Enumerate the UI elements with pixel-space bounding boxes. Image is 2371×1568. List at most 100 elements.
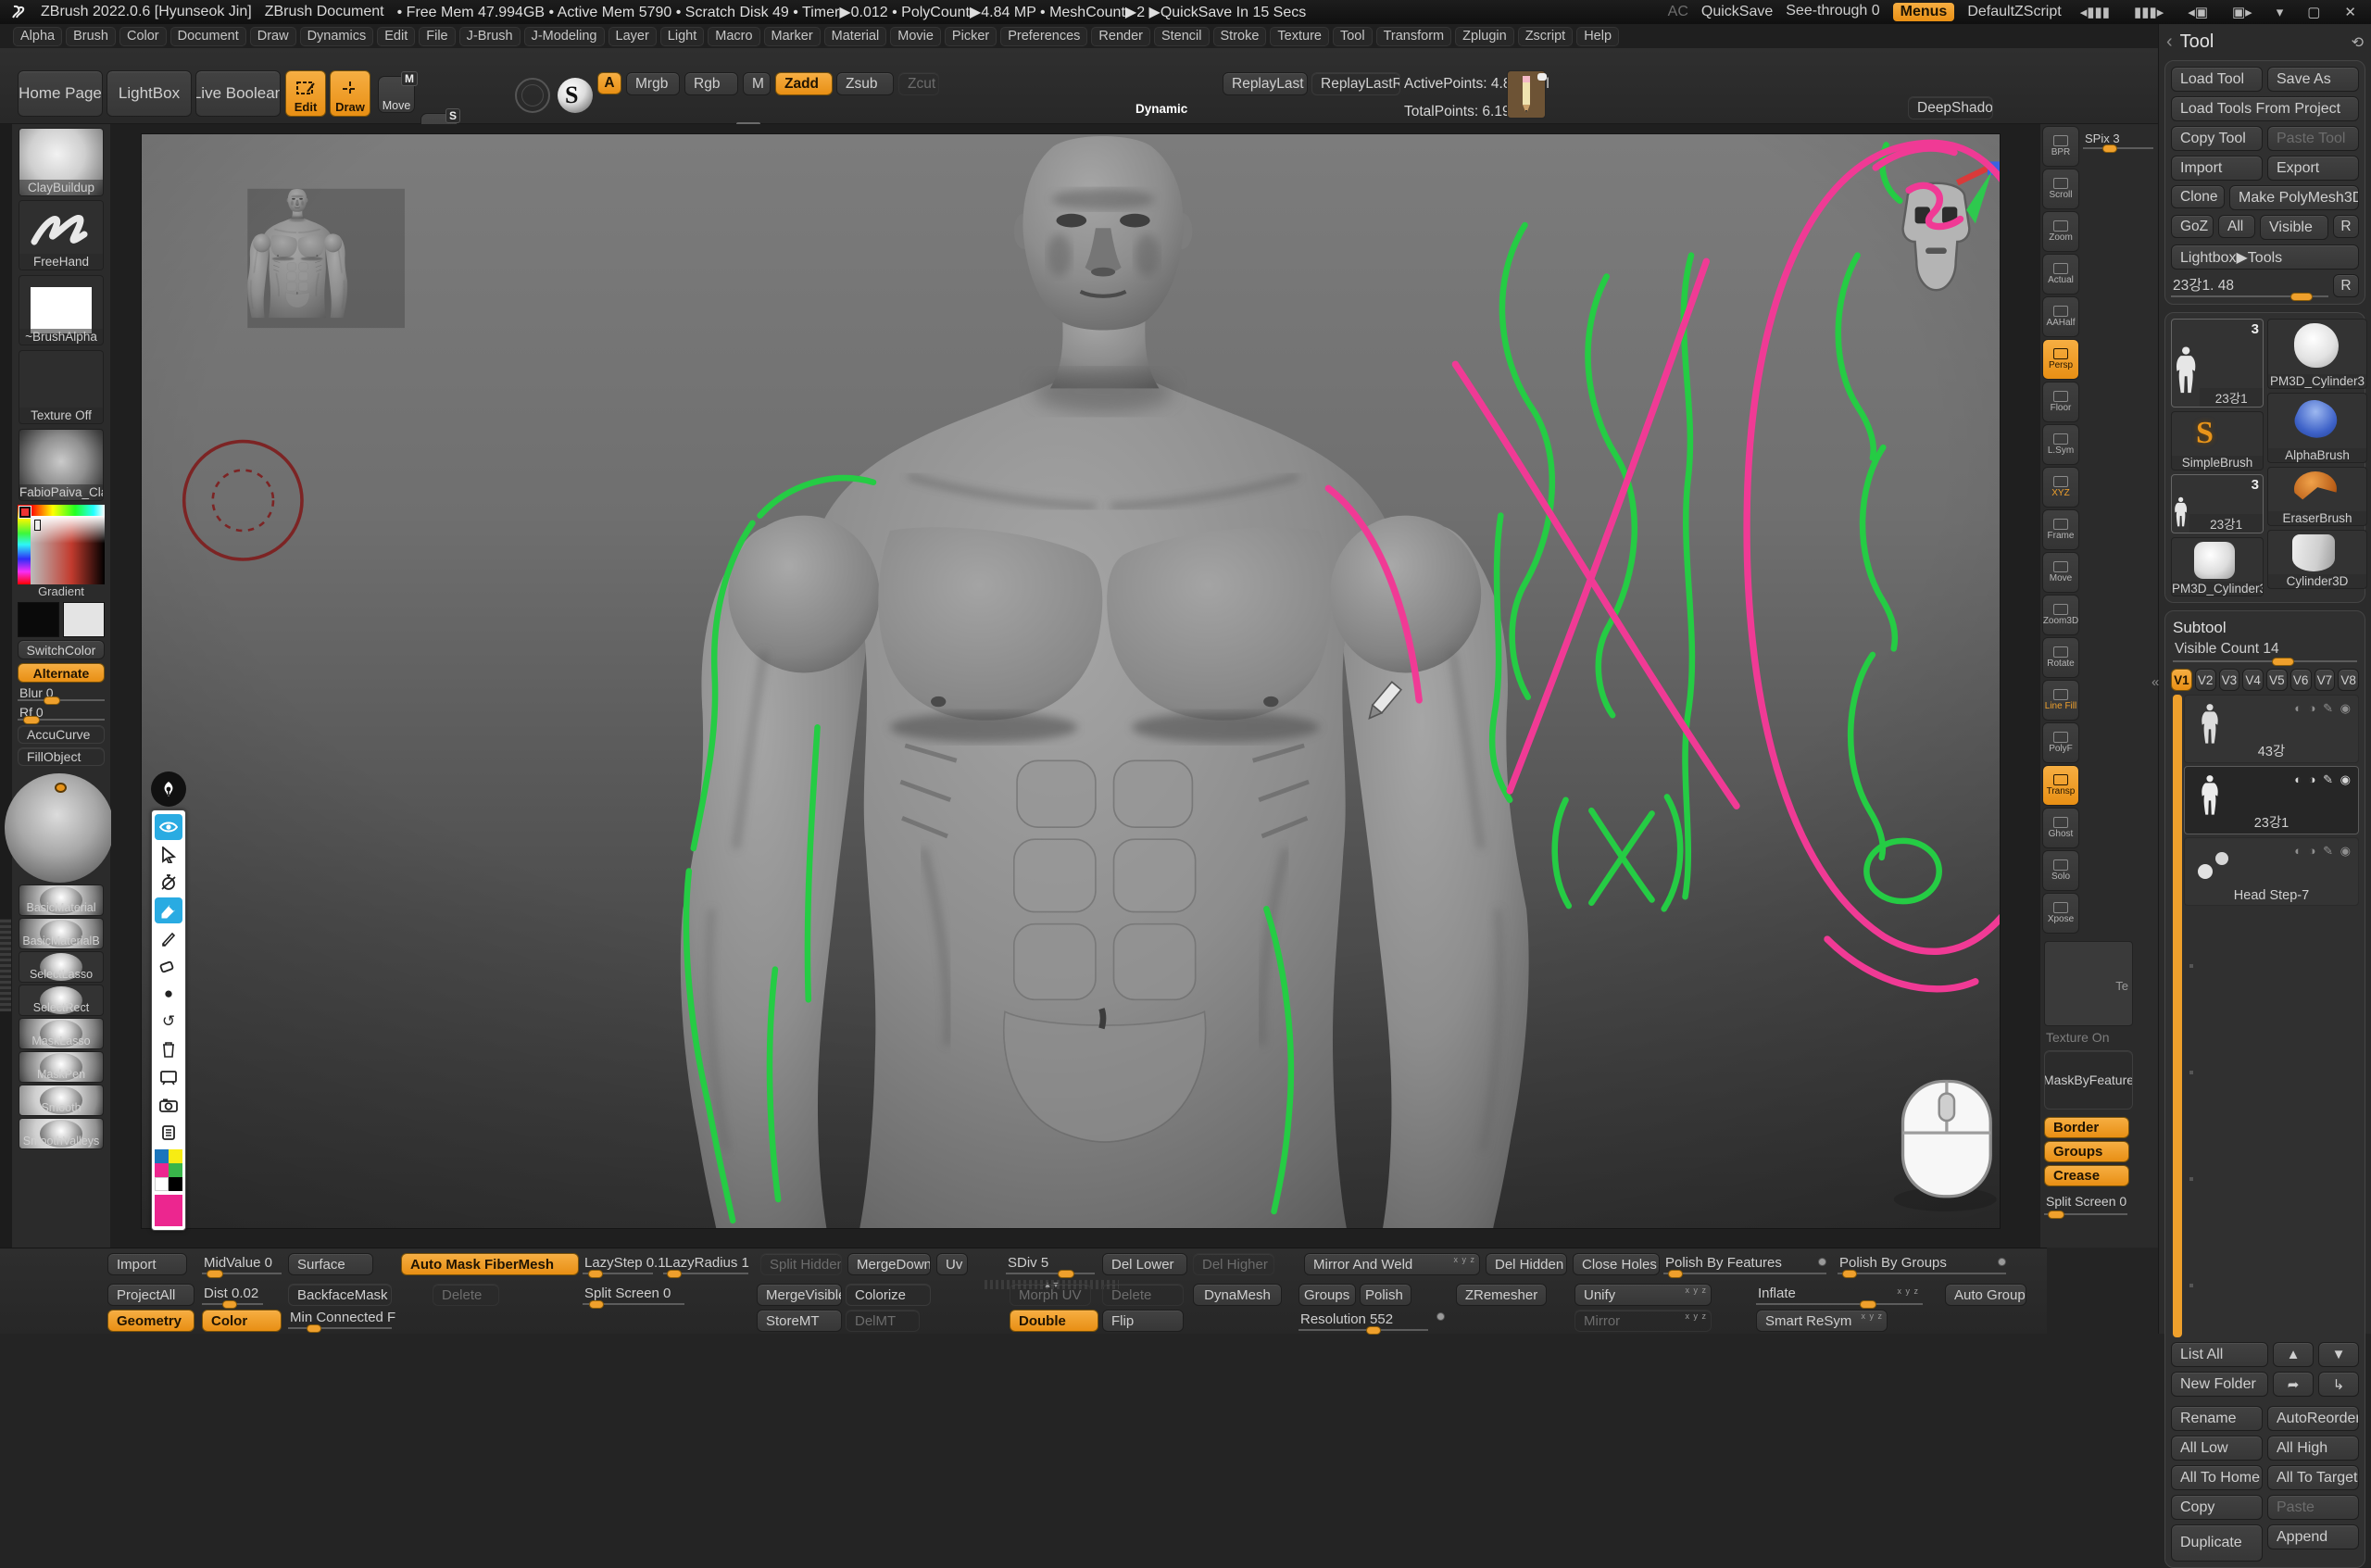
split-screen-strip-slider[interactable]: Split Screen 0 (2044, 1194, 2127, 1216)
copy-tool-button[interactable]: Copy Tool (2171, 126, 2263, 151)
menu-item[interactable]: Macro (708, 27, 759, 46)
prev-doc-icon[interactable]: ◂▣ (2182, 4, 2214, 20)
zadd-button[interactable]: Zadd (775, 72, 833, 95)
mrgb-button[interactable]: Mrgb (626, 72, 680, 95)
lazyradius-slider[interactable]: LazyRadius 1 (663, 1255, 748, 1275)
camera-icon-overlay[interactable] (155, 1092, 182, 1118)
fillobject-button[interactable]: FillObject (18, 747, 105, 766)
menu-item[interactable]: Stroke (1213, 27, 1267, 46)
del-hidden-button[interactable]: Del Hidden (1486, 1253, 1567, 1275)
right-shelf-button[interactable]: L.Sym (2042, 424, 2079, 465)
sv-square[interactable] (31, 516, 105, 584)
mirror-and-weld-button[interactable]: Mirror And Weldx y z (1304, 1253, 1480, 1275)
left-tray-toggle-icon[interactable]: ◂▮▮▮ (2075, 4, 2115, 20)
resolution-slider[interactable]: Resolution 552 (1298, 1311, 1428, 1332)
delete-left-button[interactable]: Delete (433, 1284, 499, 1306)
cylinder3d-thumb[interactable]: Cylinder3D (2267, 530, 2367, 589)
shelf-small-item[interactable]: BasicMaterial (19, 884, 104, 916)
auto-mask-fibermesh-button[interactable]: Auto Mask FiberMesh (401, 1253, 579, 1275)
right-shelf-button[interactable]: Transp (2042, 765, 2079, 806)
accucurve-button[interactable]: AccuCurve (18, 725, 105, 744)
dynamesh-button[interactable]: DynaMesh (1193, 1284, 1282, 1306)
r-button[interactable]: R (2333, 215, 2359, 238)
shelf-small-item[interactable]: MaskLasso (19, 1018, 104, 1049)
tray-collapse-icon[interactable]: ‹ (2166, 31, 2173, 53)
paste-subtool-button[interactable]: Paste (2267, 1495, 2359, 1520)
menu-item[interactable]: Stencil (1154, 27, 1210, 46)
visible-count-slider[interactable]: Visible Count 14 (2173, 641, 2357, 663)
merge-visible-button[interactable]: MergeVisible (757, 1284, 842, 1306)
rf-slider[interactable]: Rf 0 (18, 705, 105, 721)
del-mt-button[interactable]: DelMT (846, 1310, 920, 1332)
menu-item[interactable]: Zscript (1518, 27, 1574, 46)
right-shelf-button[interactable]: Persp (2042, 339, 2079, 380)
subtool-scrollbar[interactable] (2173, 695, 2182, 1337)
new-folder-button[interactable]: New Folder (2171, 1372, 2268, 1397)
append-button[interactable]: Append (2267, 1524, 2359, 1549)
dist-slider[interactable]: Dist 0.02 (202, 1286, 263, 1306)
main-color-swatch[interactable] (18, 602, 59, 637)
menu-item[interactable]: J-Brush (459, 27, 521, 46)
colorize-button[interactable]: Colorize (846, 1284, 931, 1306)
menu-item[interactable]: Document (170, 27, 246, 46)
all-button[interactable]: All (2218, 215, 2255, 238)
palette-green[interactable] (169, 1163, 182, 1177)
midvalue-slider[interactable]: MidValue 0 (202, 1255, 282, 1275)
all-to-target-button[interactable]: All To Target (2267, 1465, 2359, 1490)
menu-item[interactable]: Preferences (1000, 27, 1087, 46)
zsub-button[interactable]: Zsub (836, 72, 894, 95)
variant-tab[interactable]: V7 (2315, 669, 2336, 691)
menus-button[interactable]: Menus (1893, 3, 1955, 21)
menu-item[interactable]: Color (119, 27, 167, 46)
r2-button[interactable]: R (2333, 274, 2359, 297)
merge-down-button[interactable]: MergeDown (847, 1253, 931, 1275)
gradient-label[interactable]: Gradient (12, 584, 110, 598)
current-color-swatch[interactable] (155, 1195, 182, 1226)
right-shelf-button[interactable]: AAHalf (2042, 296, 2079, 337)
right-shelf-button[interactable]: Line Fill (2042, 680, 2079, 721)
right-shelf-button[interactable]: Scroll (2042, 169, 2079, 209)
right-shelf-button[interactable]: Solo (2042, 850, 2079, 891)
groups-button[interactable]: Groups (2044, 1141, 2129, 1162)
left-tray-edge[interactable] (0, 124, 12, 1248)
see-through-slider[interactable]: See-through 0 (1786, 3, 1879, 21)
subtool-row-43[interactable]: ◐ ◑ ✎ ◉ 43강 (2184, 695, 2359, 763)
restore-icon[interactable]: ▢ (2302, 4, 2326, 20)
shelf-small-item[interactable]: SmoothValleys (19, 1118, 104, 1149)
eraser-icon[interactable] (155, 953, 182, 979)
import-button[interactable]: Import (2171, 156, 2263, 181)
current-texture-thumb[interactable]: Texture Off (19, 350, 104, 424)
backface-mask-button[interactable]: BackfaceMask (288, 1284, 392, 1306)
pm3d-cylinder3-thumb[interactable]: PM3D_Cylinder3 (2267, 319, 2367, 389)
zcut-button[interactable]: Zcut (898, 72, 939, 95)
polish-by-groups-slider[interactable]: Polish By Groups (1838, 1255, 2006, 1275)
current-material-icon[interactable]: S (558, 78, 593, 113)
make-polymesh3d-button[interactable]: Make PolyMesh3D (2229, 185, 2359, 210)
geometry-button[interactable]: Geometry (107, 1310, 194, 1332)
visible-button[interactable]: Visible (2260, 215, 2328, 240)
menu-item[interactable]: Alpha (13, 27, 62, 46)
palette-magenta[interactable] (155, 1163, 169, 1177)
anchor-a-button[interactable]: A (597, 72, 621, 94)
variant-tab[interactable]: V3 (2219, 669, 2240, 691)
variant-tab[interactable]: V4 (2242, 669, 2264, 691)
unify-button[interactable]: Unifyx y z (1574, 1284, 1712, 1306)
shelf-small-item[interactable]: BasicMaterialB (19, 918, 104, 949)
menu-item[interactable]: Tool (1333, 27, 1373, 46)
right-shelf-button[interactable]: Zoom (2042, 211, 2079, 252)
menu-item[interactable]: Edit (377, 27, 415, 46)
cursor-icon[interactable] (155, 842, 182, 868)
current-alpha-thumb[interactable]: ~BrushAlpha (19, 275, 104, 345)
timer-off-icon[interactable] (155, 870, 182, 896)
border-button[interactable]: Border (2044, 1117, 2129, 1138)
move-up-button[interactable]: ▲ (2273, 1342, 2314, 1367)
store-mt-button[interactable]: StoreMT (757, 1310, 842, 1332)
palette-blue[interactable] (155, 1149, 169, 1163)
inflate-slider[interactable]: Inflatex y z (1756, 1286, 1923, 1306)
variant-tab[interactable]: V6 (2290, 669, 2312, 691)
shelf-small-item[interactable]: SelectRect (19, 985, 104, 1016)
move-button[interactable]: MMove (378, 76, 415, 113)
menu-item[interactable]: Layer (608, 27, 657, 46)
right-shelf-button[interactable]: Ghost (2042, 808, 2079, 848)
menu-item[interactable]: File (419, 27, 455, 46)
